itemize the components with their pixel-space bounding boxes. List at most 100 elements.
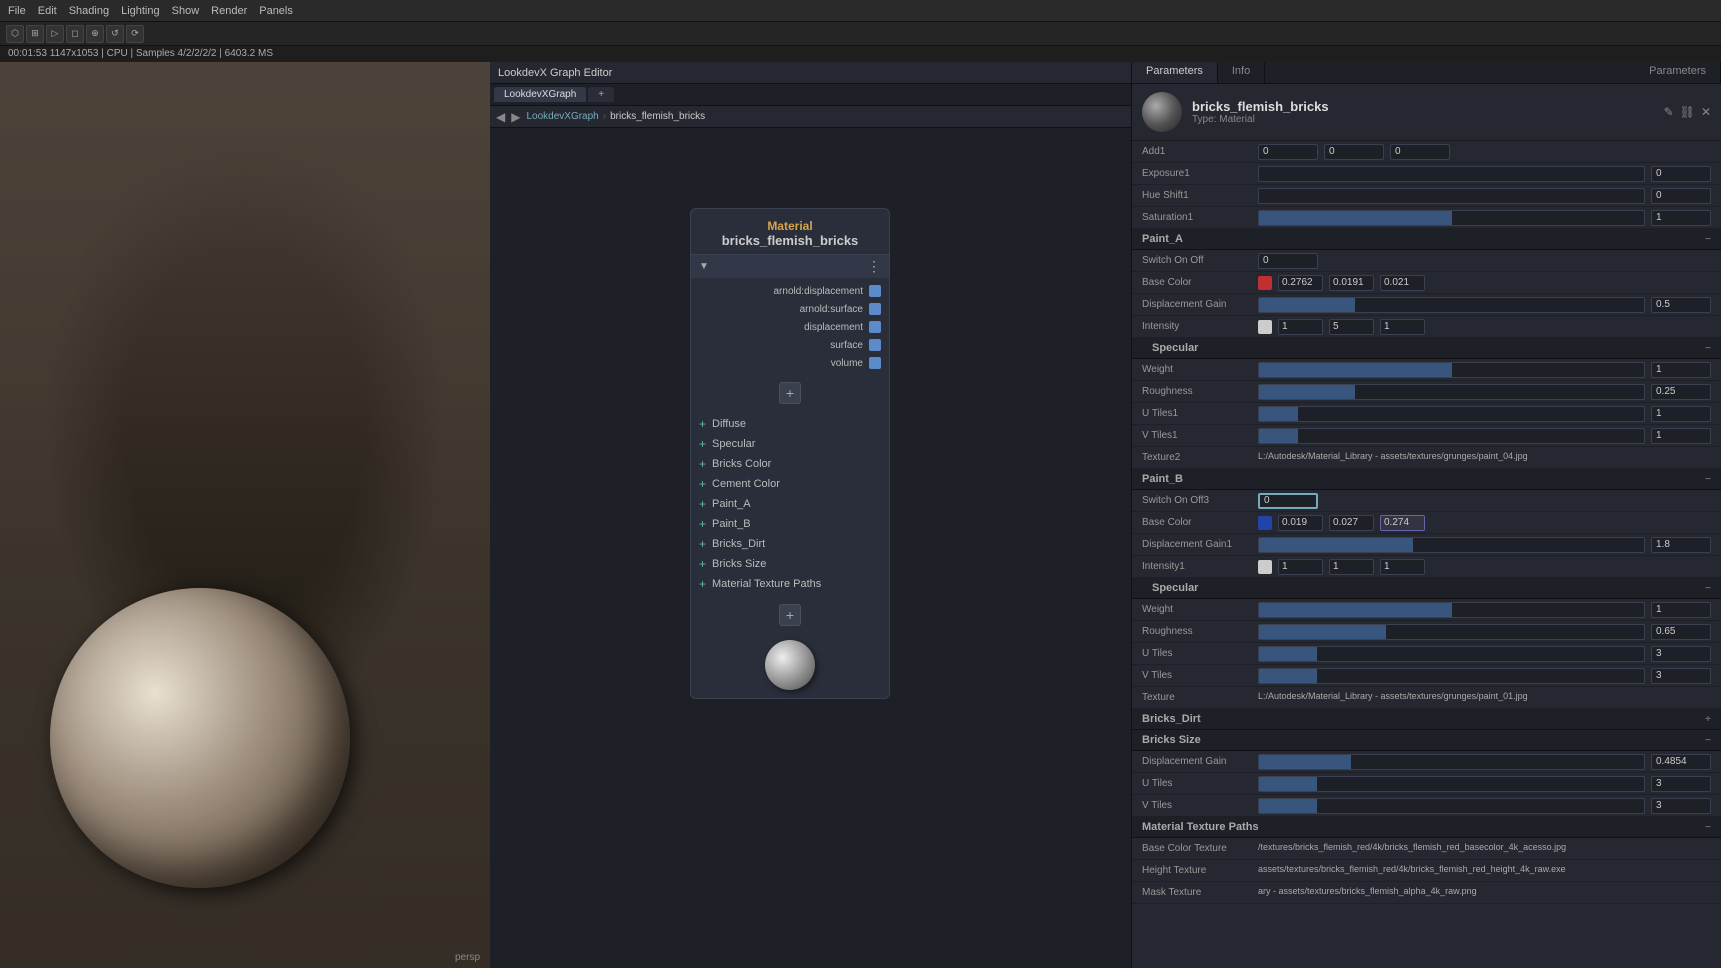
tab-parameters[interactable]: Parameters: [1132, 62, 1218, 83]
param-displacement-gain1-bar[interactable]: [1258, 537, 1645, 553]
output-dot-4[interactable]: [869, 339, 881, 351]
toolbar-btn-6[interactable]: ↺: [106, 25, 124, 43]
tab-info[interactable]: Info: [1218, 62, 1265, 83]
specular-b-collapse[interactable]: −: [1705, 583, 1711, 594]
output-dot-5[interactable]: [869, 357, 881, 369]
nav-back[interactable]: ◀: [496, 110, 505, 124]
param-displacement-gain-bs-value[interactable]: [1651, 754, 1711, 770]
param-hueshift1-bar[interactable]: [1258, 188, 1645, 204]
param-intensity-a-v3[interactable]: [1380, 319, 1425, 335]
param-switch-on-off-value[interactable]: [1258, 253, 1318, 269]
bricks-size-collapse[interactable]: −: [1705, 735, 1711, 746]
param-displacement-gain-bs-bar[interactable]: [1258, 754, 1645, 770]
output-dot-2[interactable]: [869, 303, 881, 315]
menu-render[interactable]: Render: [211, 5, 247, 17]
toolbar-btn-7[interactable]: ⟳: [126, 25, 144, 43]
param-vtiles-bs-value[interactable]: [1651, 798, 1711, 814]
param-roughness-a-bar[interactable]: [1258, 384, 1645, 400]
param-weight-b-value[interactable]: [1651, 602, 1711, 618]
expand-icon[interactable]: +: [699, 457, 706, 471]
param-intensity1-v2[interactable]: [1329, 559, 1374, 575]
param-base-color-b-g[interactable]: [1329, 515, 1374, 531]
param-add1-v2[interactable]: [1324, 144, 1384, 160]
param-utiles-b-value[interactable]: [1651, 646, 1711, 662]
section-bricks-dirt[interactable]: Bricks_Dirt +: [1132, 709, 1721, 730]
param-vtiles1-value[interactable]: [1651, 428, 1711, 444]
node-menu-icon[interactable]: ⋮: [867, 258, 881, 275]
param-base-color-b-b[interactable]: [1380, 515, 1425, 531]
param-displacement-gain-a-bar[interactable]: [1258, 297, 1645, 313]
expand-icon[interactable]: +: [699, 557, 706, 571]
menu-shading[interactable]: Shading: [69, 5, 109, 17]
bricks-dirt-expand[interactable]: +: [1705, 714, 1711, 725]
param-utiles-bs-value[interactable]: [1651, 776, 1711, 792]
param-exposure1-bar[interactable]: [1258, 166, 1645, 182]
output-dot-3[interactable]: [869, 321, 881, 333]
param-displacement-gain1-value[interactable]: [1651, 537, 1711, 553]
toolbar-btn-2[interactable]: ⊞: [26, 25, 44, 43]
expand-icon[interactable]: +: [699, 537, 706, 551]
edit-link-icon[interactable]: ⛓: [1680, 105, 1695, 119]
paint-a-collapse[interactable]: −: [1705, 234, 1711, 245]
param-intensity1-swatch[interactable]: [1258, 560, 1272, 574]
param-utiles1-bar[interactable]: [1258, 406, 1645, 422]
param-intensity1-v1[interactable]: [1278, 559, 1323, 575]
crumb-lookdev[interactable]: LookdevXGraph: [526, 111, 598, 122]
menu-file[interactable]: File: [8, 5, 26, 17]
param-intensity-a-v1[interactable]: [1278, 319, 1323, 335]
param-intensity1-v3[interactable]: [1380, 559, 1425, 575]
param-add1-v3[interactable]: [1390, 144, 1450, 160]
menu-panels[interactable]: Panels: [259, 5, 293, 17]
param-exposure1-value[interactable]: [1651, 166, 1711, 182]
output-dot-1[interactable]: [869, 285, 881, 297]
menu-show[interactable]: Show: [172, 5, 200, 17]
param-switch-on-off3-value[interactable]: [1258, 493, 1318, 509]
param-displacement-gain-a-value[interactable]: [1651, 297, 1711, 313]
param-base-color-b-swatch[interactable]: [1258, 516, 1272, 530]
section-specular-b[interactable]: Specular −: [1132, 578, 1721, 599]
expand-icon[interactable]: +: [699, 577, 706, 591]
node-add-output-btn[interactable]: +: [779, 382, 801, 404]
param-weight-a-bar[interactable]: [1258, 362, 1645, 378]
param-utiles1-value[interactable]: [1651, 406, 1711, 422]
param-intensity-a-v2[interactable]: [1329, 319, 1374, 335]
param-utiles-b-bar[interactable]: [1258, 646, 1645, 662]
expand-icon[interactable]: +: [699, 417, 706, 431]
graph-canvas[interactable]: Material bricks_flemish_bricks ▼ ⋮ arnol…: [490, 128, 1131, 968]
param-roughness-b-bar[interactable]: [1258, 624, 1645, 640]
param-base-color-a-swatch[interactable]: [1258, 276, 1272, 290]
param-base-color-a-b[interactable]: [1380, 275, 1425, 291]
toolbar-btn-5[interactable]: ⊕: [86, 25, 104, 43]
param-saturation1-value[interactable]: [1651, 210, 1711, 226]
params-scroll[interactable]: Add1 Exposure1 Hue Shift1 Satur: [1132, 141, 1721, 968]
nav-forward[interactable]: ▶: [511, 110, 520, 124]
param-utiles-bs-bar[interactable]: [1258, 776, 1645, 792]
tab-parameters-right[interactable]: Parameters: [1635, 62, 1721, 83]
param-intensity-a-swatch[interactable]: [1258, 320, 1272, 334]
section-paint-a[interactable]: Paint_A −: [1132, 229, 1721, 250]
section-material-texture-paths[interactable]: Material Texture Paths −: [1132, 817, 1721, 838]
param-vtiles-b-value[interactable]: [1651, 668, 1711, 684]
specular-a-collapse[interactable]: −: [1705, 343, 1711, 354]
node-add-input-btn[interactable]: +: [779, 604, 801, 626]
param-saturation1-bar[interactable]: [1258, 210, 1645, 226]
menu-lighting[interactable]: Lighting: [121, 5, 160, 17]
expand-icon[interactable]: +: [699, 517, 706, 531]
toolbar-btn-3[interactable]: ▷: [46, 25, 64, 43]
param-weight-b-bar[interactable]: [1258, 602, 1645, 618]
expand-icon[interactable]: +: [699, 497, 706, 511]
expand-icon[interactable]: +: [699, 437, 706, 451]
edit-pencil-icon[interactable]: ✎: [1664, 105, 1674, 119]
param-add1-v1[interactable]: [1258, 144, 1318, 160]
expand-icon[interactable]: +: [699, 477, 706, 491]
section-paint-b[interactable]: Paint_B −: [1132, 469, 1721, 490]
param-vtiles1-bar[interactable]: [1258, 428, 1645, 444]
param-vtiles-bs-bar[interactable]: [1258, 798, 1645, 814]
param-roughness-a-value[interactable]: [1651, 384, 1711, 400]
toolbar-btn-1[interactable]: ⬡: [6, 25, 24, 43]
param-base-color-a-r[interactable]: [1278, 275, 1323, 291]
param-hueshift1-value[interactable]: [1651, 188, 1711, 204]
section-bricks-size[interactable]: Bricks Size −: [1132, 730, 1721, 751]
param-weight-a-value[interactable]: [1651, 362, 1711, 378]
param-base-color-a-g[interactable]: [1329, 275, 1374, 291]
